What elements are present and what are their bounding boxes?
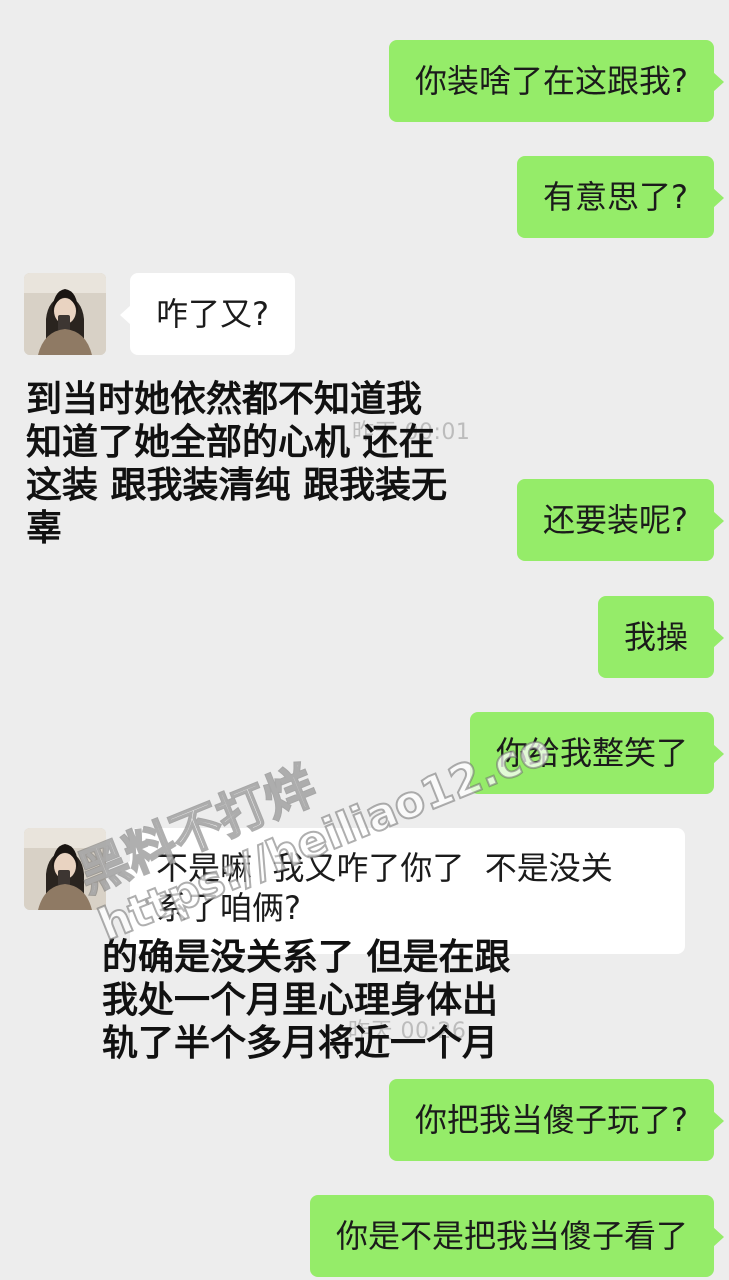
chat-screen: 你装啥了在这跟我? 有意思了? 咋了又? 昨天 00:01 还要装呢? 到当时她…: [0, 0, 729, 1280]
message-text: 还要装呢?: [543, 501, 688, 539]
message-bubble-outgoing[interactable]: 你装啥了在这跟我?: [389, 40, 724, 122]
message-text: 你是不是把我当傻子看了: [335, 1217, 688, 1255]
contact-avatar[interactable]: [24, 828, 106, 910]
message-text: 咋了又?: [156, 295, 269, 333]
message-bubble-outgoing[interactable]: 你把我当傻子玩了?: [389, 1079, 724, 1161]
message-text: 你装啥了在这跟我?: [415, 62, 688, 100]
contact-avatar[interactable]: [24, 273, 106, 355]
message-text: 我操: [623, 618, 688, 656]
message-bubble-outgoing[interactable]: 你是不是把我当傻子看了: [309, 1195, 725, 1277]
message-text: 你把我当傻子玩了?: [415, 1101, 688, 1139]
overlay-caption: 到当时她依然都不知道我 知道了她全部的心机 还在 这装 跟我装清纯 跟我装无 辜: [26, 379, 448, 549]
message-text: 有意思了?: [543, 178, 688, 216]
message-text-line: 系了咱俩?: [156, 889, 301, 927]
message-text: 你给我整笑了: [495, 734, 688, 772]
message-bubble-incoming[interactable]: 咋了又?: [120, 273, 295, 355]
avatar-photo-icon: [24, 828, 106, 910]
avatar-photo-icon: [24, 273, 106, 355]
message-bubble-outgoing[interactable]: 你给我整笑了: [469, 712, 725, 794]
overlay-caption: 的确是没关系了 但是在跟 我处一个月里心理身体出 轨了半个多月将近一个月: [102, 937, 511, 1064]
message-bubble-outgoing[interactable]: 有意思了?: [517, 156, 724, 238]
message-bubble-outgoing[interactable]: 我操: [597, 596, 725, 678]
message-text-line: 不是嘛 我又咋了你了 不是没关: [156, 849, 613, 887]
message-bubble-outgoing[interactable]: 还要装呢?: [517, 479, 724, 561]
